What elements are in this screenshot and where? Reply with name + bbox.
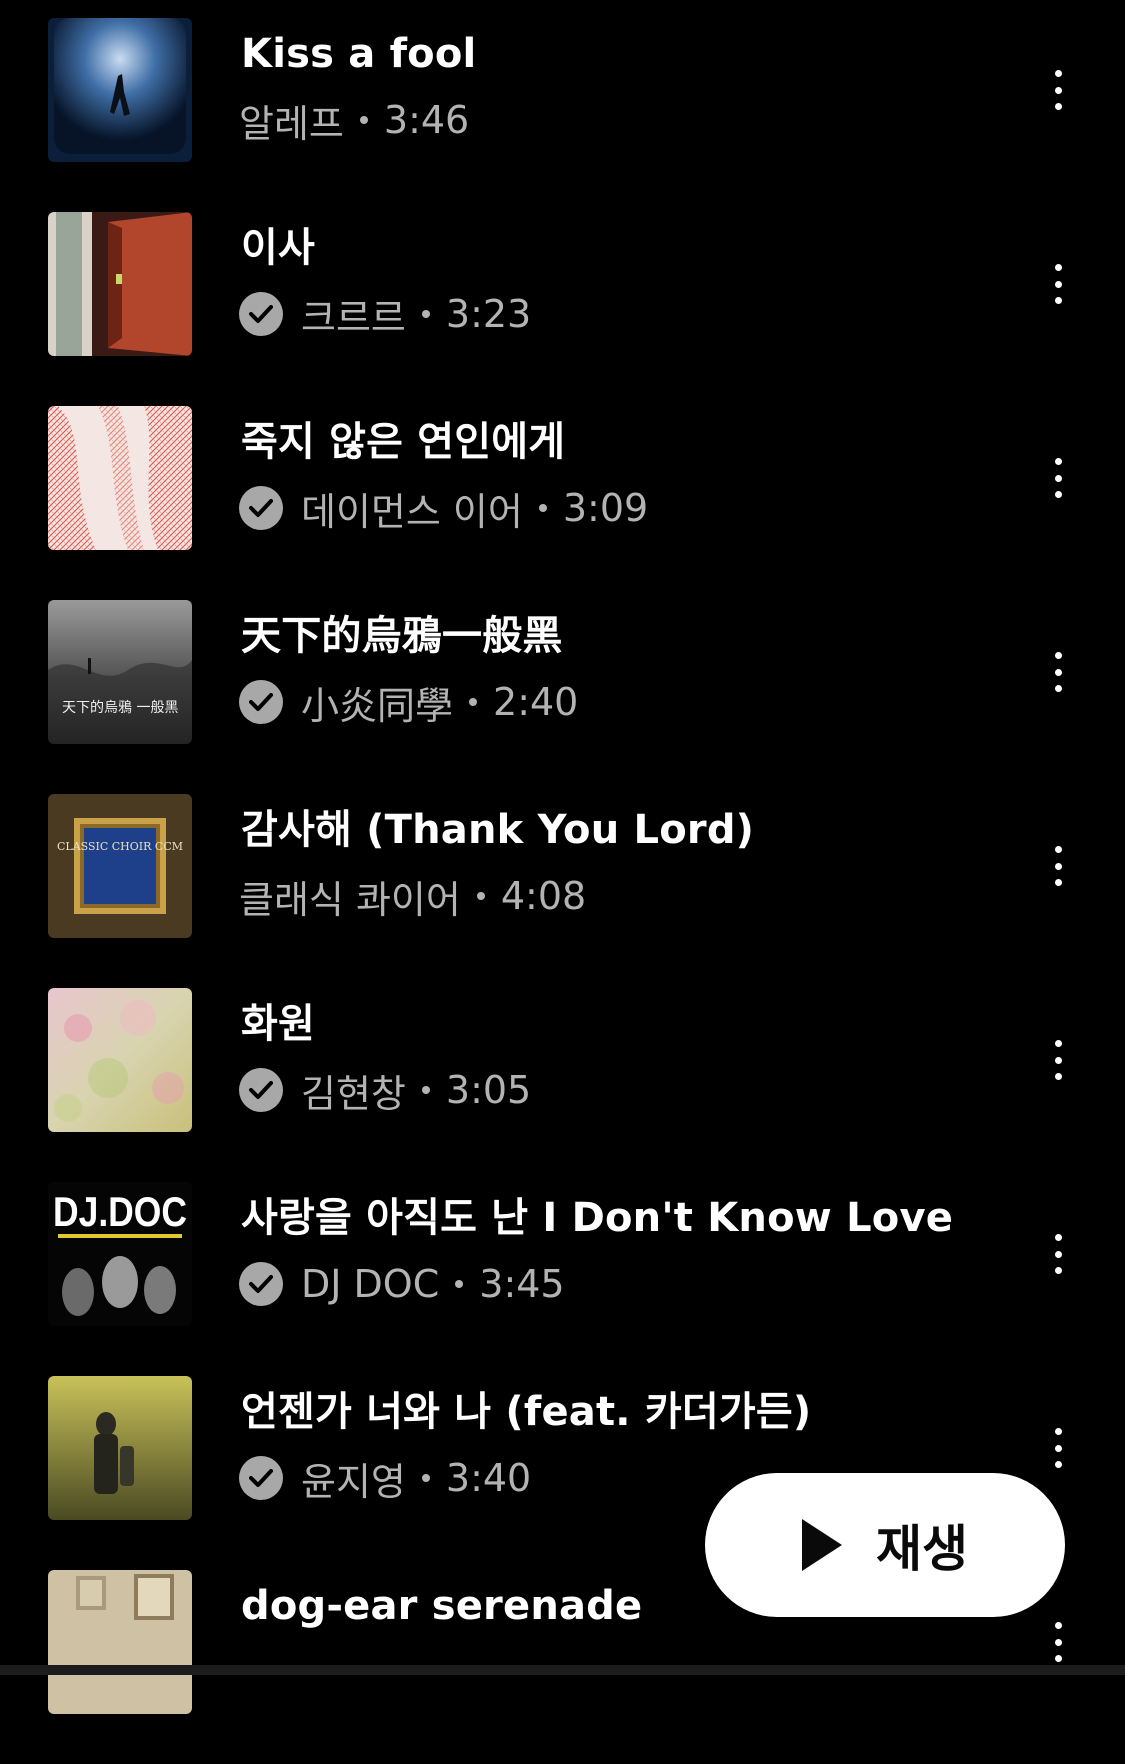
more-vertical-icon[interactable]	[1040, 1234, 1076, 1274]
check-circle-icon	[239, 292, 283, 336]
track-artist: 김현창	[301, 1071, 406, 1116]
check-circle-icon	[239, 486, 283, 530]
album-art: CLASSIC CHOIR CCM	[48, 794, 192, 938]
more-vertical-icon[interactable]	[1040, 846, 1076, 886]
check-circle-icon	[239, 1068, 283, 1112]
track-row[interactable]: DJ.DOC 사랑을 아직도 난 I Don't Know Love DJ DO…	[0, 1182, 1125, 1376]
separator-dot	[476, 892, 485, 900]
track-duration: 2:40	[493, 680, 579, 724]
track-artist: 데이먼스 이어	[301, 489, 523, 534]
track-row[interactable]: 이사 크르르 3:23	[0, 212, 1125, 406]
more-vertical-icon[interactable]	[1040, 1428, 1076, 1468]
track-title: dog-ear serenade	[241, 1583, 643, 1629]
track-duration: 3:40	[445, 1456, 532, 1500]
track-title: 언젠가 너와 나 (feat. 카더가든)	[241, 1389, 812, 1435]
more-vertical-icon[interactable]	[1040, 264, 1076, 304]
track-artist: DJ DOC	[301, 1262, 440, 1306]
track-title: 天下的烏鴉一般黑	[241, 613, 563, 659]
check-circle-icon	[239, 1456, 283, 1500]
track-meta: DJ DOC 3:45	[239, 1260, 565, 1308]
track-duration: 3:09	[562, 486, 649, 530]
track-duration: 3:23	[445, 292, 532, 336]
album-art	[48, 1376, 192, 1520]
separator-dot	[538, 504, 547, 512]
separator-dot	[421, 1086, 430, 1094]
more-vertical-icon[interactable]	[1040, 70, 1076, 110]
track-artist: 윤지영	[301, 1459, 406, 1504]
more-vertical-icon[interactable]	[1040, 1040, 1076, 1080]
album-art	[48, 1570, 192, 1714]
track-row[interactable]: 화원 김현창 3:05	[0, 988, 1125, 1182]
play-button[interactable]: 재생	[705, 1473, 1065, 1617]
play-button-label: 재생	[876, 1520, 968, 1578]
album-art-text: CLASSIC CHOIR CCM	[57, 840, 183, 853]
album-art	[48, 18, 192, 162]
check-circle-icon	[239, 680, 283, 724]
separator-dot	[421, 1474, 430, 1482]
track-meta: 윤지영 3:40	[239, 1454, 532, 1504]
track-title: 감사해 (Thank You Lord)	[241, 807, 755, 853]
track-row[interactable]: 天下的烏鴉 一般黑 天下的烏鴉一般黑 小炎同學 2:40	[0, 600, 1125, 794]
track-row[interactable]: CLASSIC CHOIR CCM 감사해 (Thank You Lord) 클…	[0, 794, 1125, 988]
more-vertical-icon[interactable]	[1040, 652, 1076, 692]
track-duration: 4:08	[500, 874, 587, 918]
track-title: 이사	[241, 225, 315, 271]
track-meta: 小炎同學 2:40	[239, 678, 579, 728]
album-art: 天下的烏鴉 一般黑	[48, 600, 192, 744]
track-row[interactable]: 죽지 않은 연인에게 데이먼스 이어 3:09	[0, 406, 1125, 600]
track-title: 화원	[241, 1001, 315, 1047]
track-row[interactable]: Kiss a fool 알레프 3:46	[0, 18, 1125, 212]
more-vertical-icon[interactable]	[1040, 458, 1076, 498]
track-meta: 알레프 3:46	[239, 96, 470, 146]
album-art-text: 天下的烏鴉 一般黑	[62, 699, 178, 716]
album-art	[48, 406, 192, 550]
track-title: 사랑을 아직도 난 I Don't Know Love	[241, 1195, 954, 1241]
separator-dot	[469, 698, 478, 706]
track-title: Kiss a fool	[241, 31, 477, 77]
bottom-bar	[0, 1665, 1125, 1675]
separator-dot	[359, 116, 368, 124]
track-duration: 3:45	[479, 1262, 565, 1306]
track-title: 죽지 않은 연인에게	[241, 419, 566, 465]
track-list: Kiss a fool 알레프 3:46 이사 크르르 3:23 죽지 않은 연…	[0, 0, 1125, 1714]
track-artist: 알레프	[239, 101, 344, 146]
track-duration: 3:46	[383, 98, 470, 142]
track-meta: 클래식 콰이어 4:08	[239, 872, 587, 922]
track-meta: 크르르 3:23	[239, 290, 532, 340]
track-duration: 3:05	[445, 1068, 532, 1112]
track-artist: 小炎同學	[301, 683, 454, 728]
album-art	[48, 988, 192, 1132]
album-art-text: DJ.DOC	[53, 1188, 187, 1235]
track-meta: 데이먼스 이어 3:09	[239, 484, 649, 534]
track-artist: 크르르	[301, 295, 406, 340]
play-icon	[802, 1519, 842, 1571]
check-circle-icon	[239, 1262, 283, 1306]
separator-dot	[421, 310, 430, 318]
more-vertical-icon[interactable]	[1040, 1622, 1076, 1662]
track-meta: 김현창 3:05	[239, 1066, 532, 1116]
album-art	[48, 212, 192, 356]
separator-dot	[455, 1280, 464, 1288]
album-art: DJ.DOC	[48, 1182, 192, 1326]
track-artist: 클래식 콰이어	[239, 877, 461, 922]
